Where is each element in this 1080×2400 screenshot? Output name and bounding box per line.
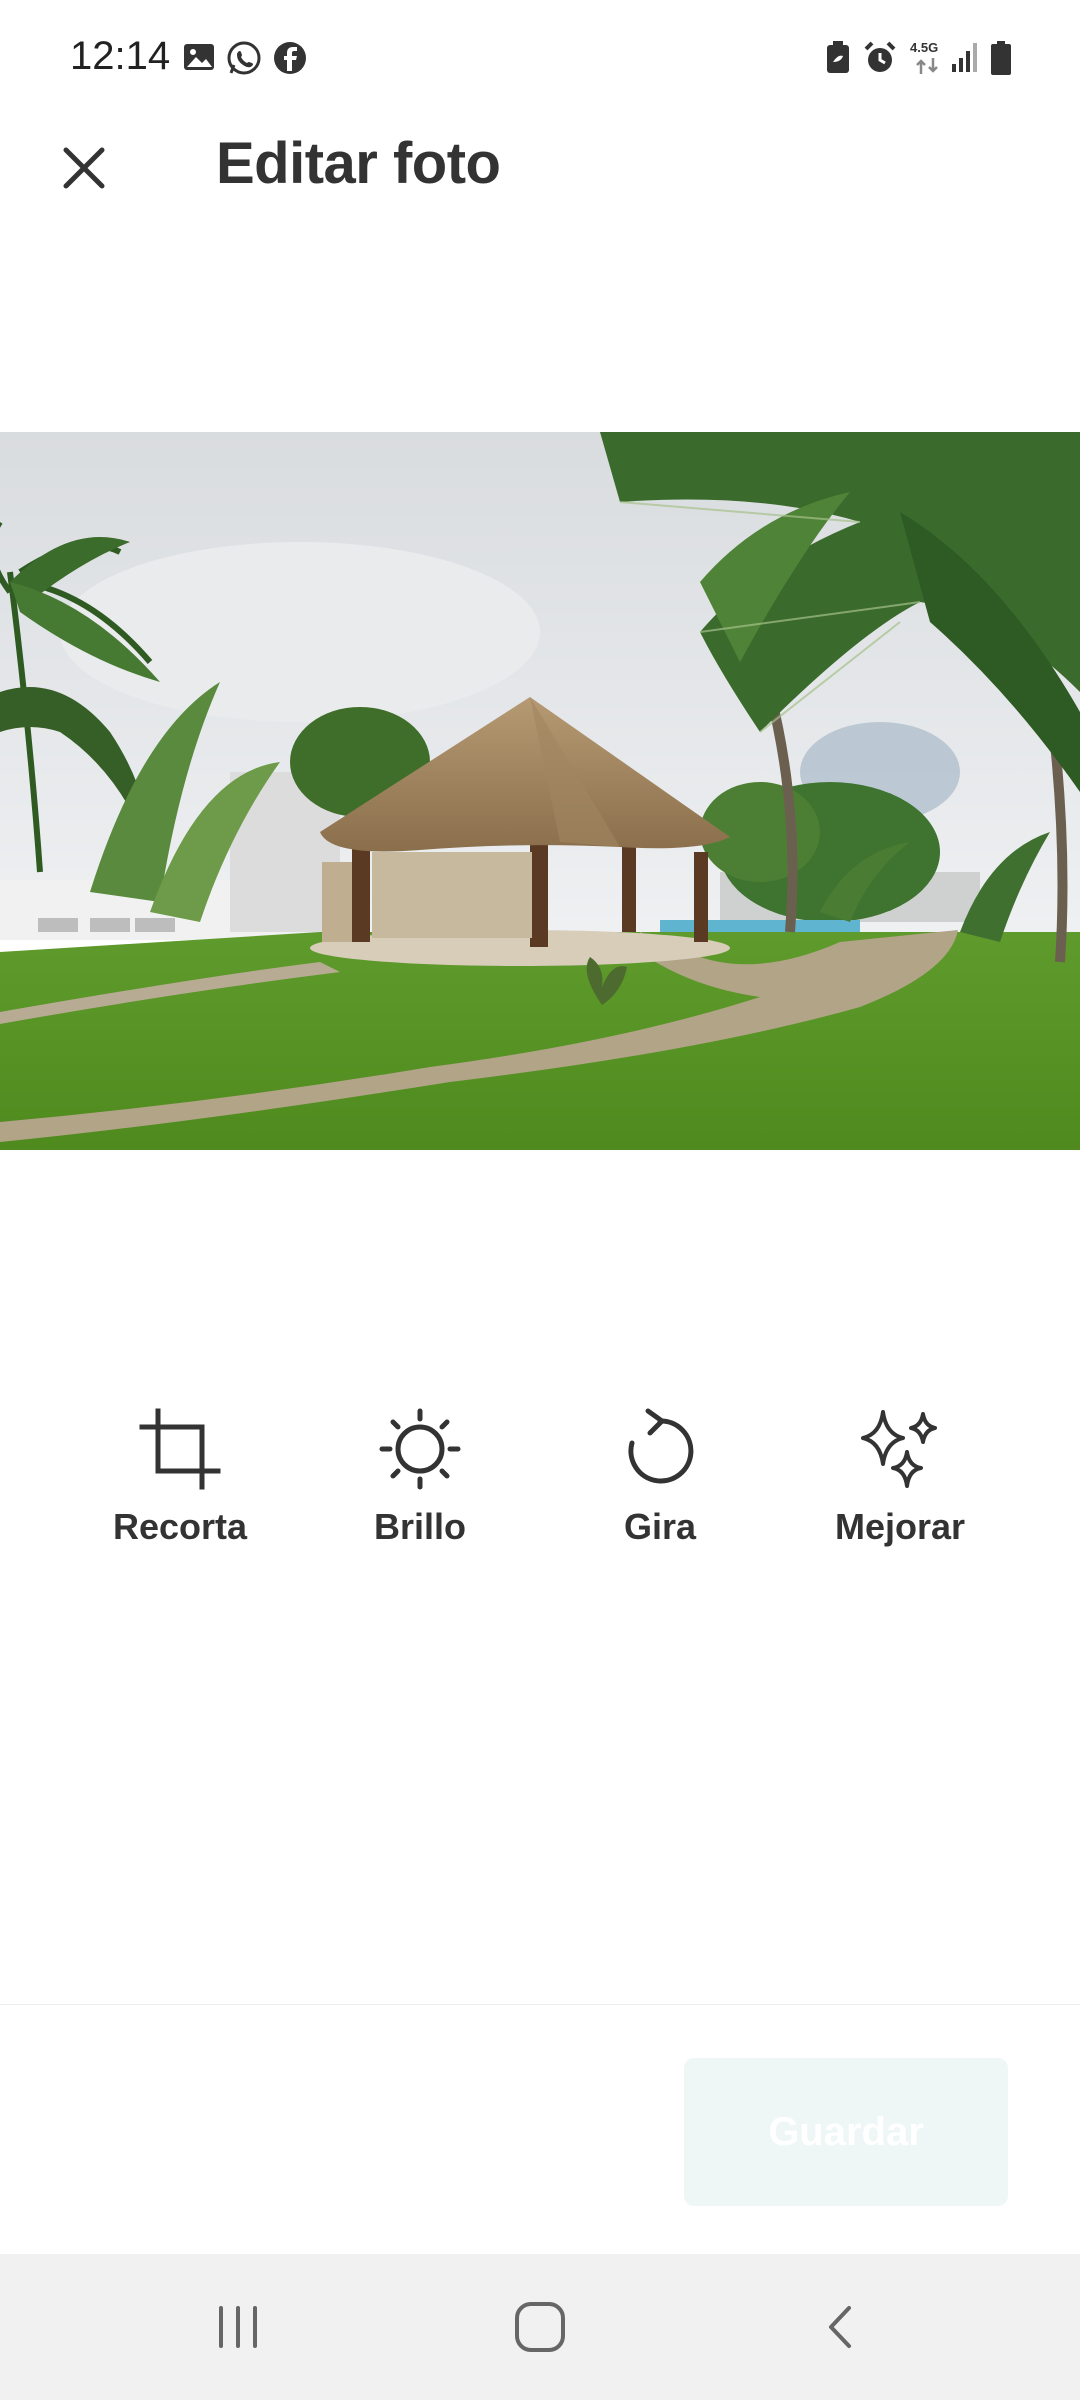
save-button[interactable]: Guardar	[684, 2058, 1008, 2206]
status-bar: 12:14 4.5G	[0, 0, 1080, 110]
home-icon	[515, 2302, 565, 2352]
status-time: 12:14	[70, 34, 171, 78]
recent-apps-icon	[219, 2306, 257, 2348]
brightness-icon	[379, 1408, 461, 1490]
page-title: Editar foto	[216, 131, 501, 196]
battery-icon	[991, 41, 1011, 75]
alarm-icon	[864, 41, 896, 72]
gallery-icon	[184, 44, 214, 70]
brightness-tool-label: Brillo	[373, 1506, 466, 1547]
rotate-icon	[628, 1408, 694, 1484]
enhance-tool-label: Mejorar	[834, 1506, 966, 1547]
rotate-tool-button[interactable]: Gira	[540, 1404, 780, 1564]
crop-tool-label: Recorta	[112, 1506, 248, 1547]
back-icon	[829, 2306, 851, 2348]
whatsapp-icon	[227, 41, 261, 75]
back-button[interactable]	[762, 2254, 922, 2400]
crop-tool-button[interactable]: Recorta	[60, 1404, 300, 1564]
rotate-tool-label: Gira	[623, 1506, 697, 1547]
battery-saver-icon	[827, 41, 849, 73]
data-arrows-icon	[916, 58, 938, 74]
photo-preview	[0, 432, 1080, 1150]
enhance-tool-button[interactable]: Mejorar	[780, 1404, 1020, 1564]
signal-icon	[952, 43, 977, 72]
photo-image	[0, 432, 1080, 1150]
crop-icon	[139, 1408, 221, 1490]
close-button[interactable]	[52, 136, 116, 200]
close-icon	[63, 147, 105, 189]
system-nav-bar	[0, 2254, 1080, 2400]
recent-apps-button[interactable]	[158, 2254, 318, 2400]
network-4-5g-icon: 4.5G	[910, 40, 944, 76]
brightness-tool-button[interactable]: Brillo	[300, 1404, 540, 1564]
sparkle-icon	[861, 1410, 937, 1488]
facebook-icon	[274, 42, 306, 74]
home-button[interactable]	[460, 2254, 620, 2400]
network-label: 4.5G	[910, 40, 939, 55]
